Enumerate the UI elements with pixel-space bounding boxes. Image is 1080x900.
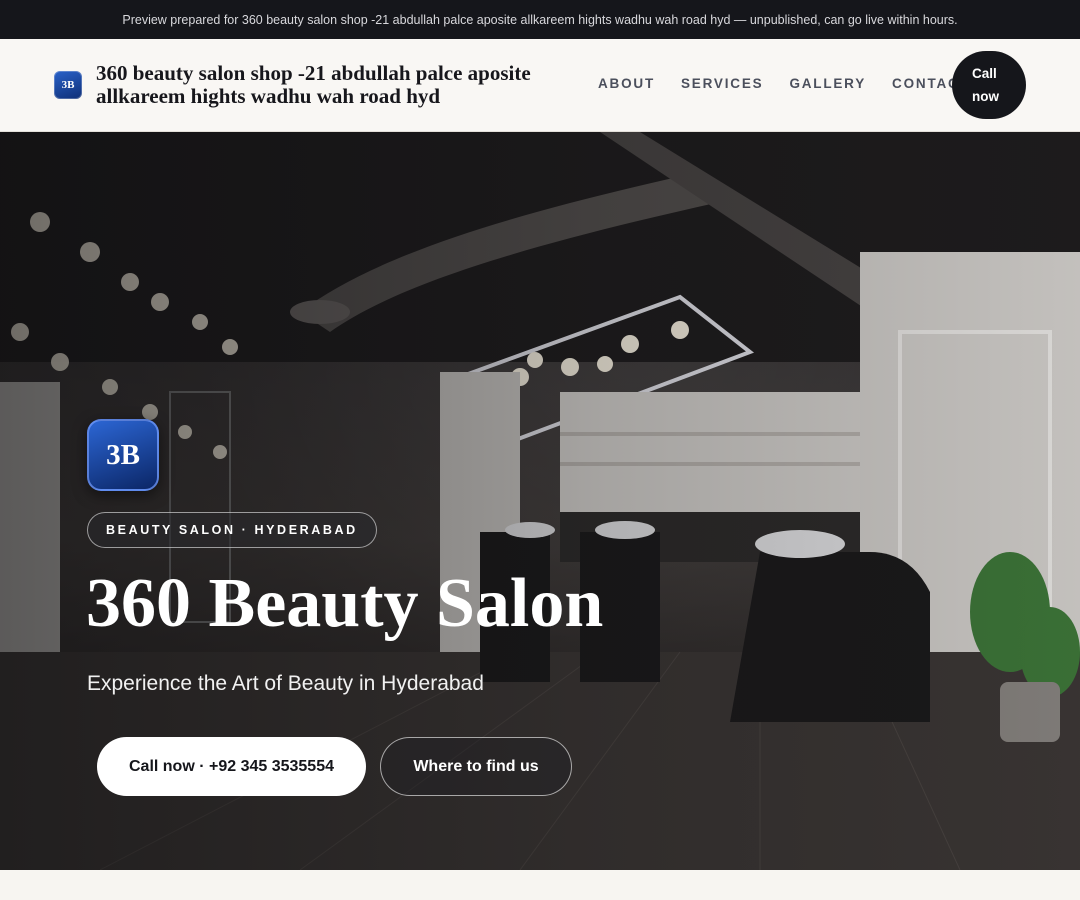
header-call-button[interactable]: Call now xyxy=(952,51,1026,119)
brand-name[interactable]: 360 beauty salon shop -21 abdullah palce… xyxy=(96,62,586,108)
nav-about[interactable]: ABOUT xyxy=(598,76,655,91)
call-label-line1: Call xyxy=(972,66,997,81)
next-section xyxy=(0,870,1080,900)
nav-services[interactable]: SERVICES xyxy=(681,76,763,91)
where-to-find-us-button[interactable]: Where to find us xyxy=(380,737,572,796)
hero-subtitle: Experience the Art of Beauty in Hyderaba… xyxy=(87,672,484,695)
site-header: 3B 360 beauty salon shop -21 abdullah pa… xyxy=(0,39,1080,132)
main-nav: ABOUT SERVICES GALLERY CONTACT xyxy=(598,76,970,91)
hero-badge: BEAUTY SALON · HYDERABAD xyxy=(87,512,377,548)
preview-banner-text: Preview prepared for 360 beauty salon sh… xyxy=(122,12,958,27)
hero-title: 360 Beauty Salon xyxy=(86,565,604,642)
preview-banner: Preview prepared for 360 beauty salon sh… xyxy=(0,0,1080,39)
call-button-label: Call now xyxy=(972,62,999,108)
nav-gallery[interactable]: GALLERY xyxy=(789,76,866,91)
call-now-button[interactable]: Call now · +92 345 3535554 xyxy=(97,737,366,796)
hero-logo-icon: 3B xyxy=(87,419,159,491)
hero-section: 3B BEAUTY SALON · HYDERABAD 360 Beauty S… xyxy=(0,132,1080,870)
call-label-line2: now xyxy=(972,89,999,104)
brand-logo-icon[interactable]: 3B xyxy=(54,71,82,99)
